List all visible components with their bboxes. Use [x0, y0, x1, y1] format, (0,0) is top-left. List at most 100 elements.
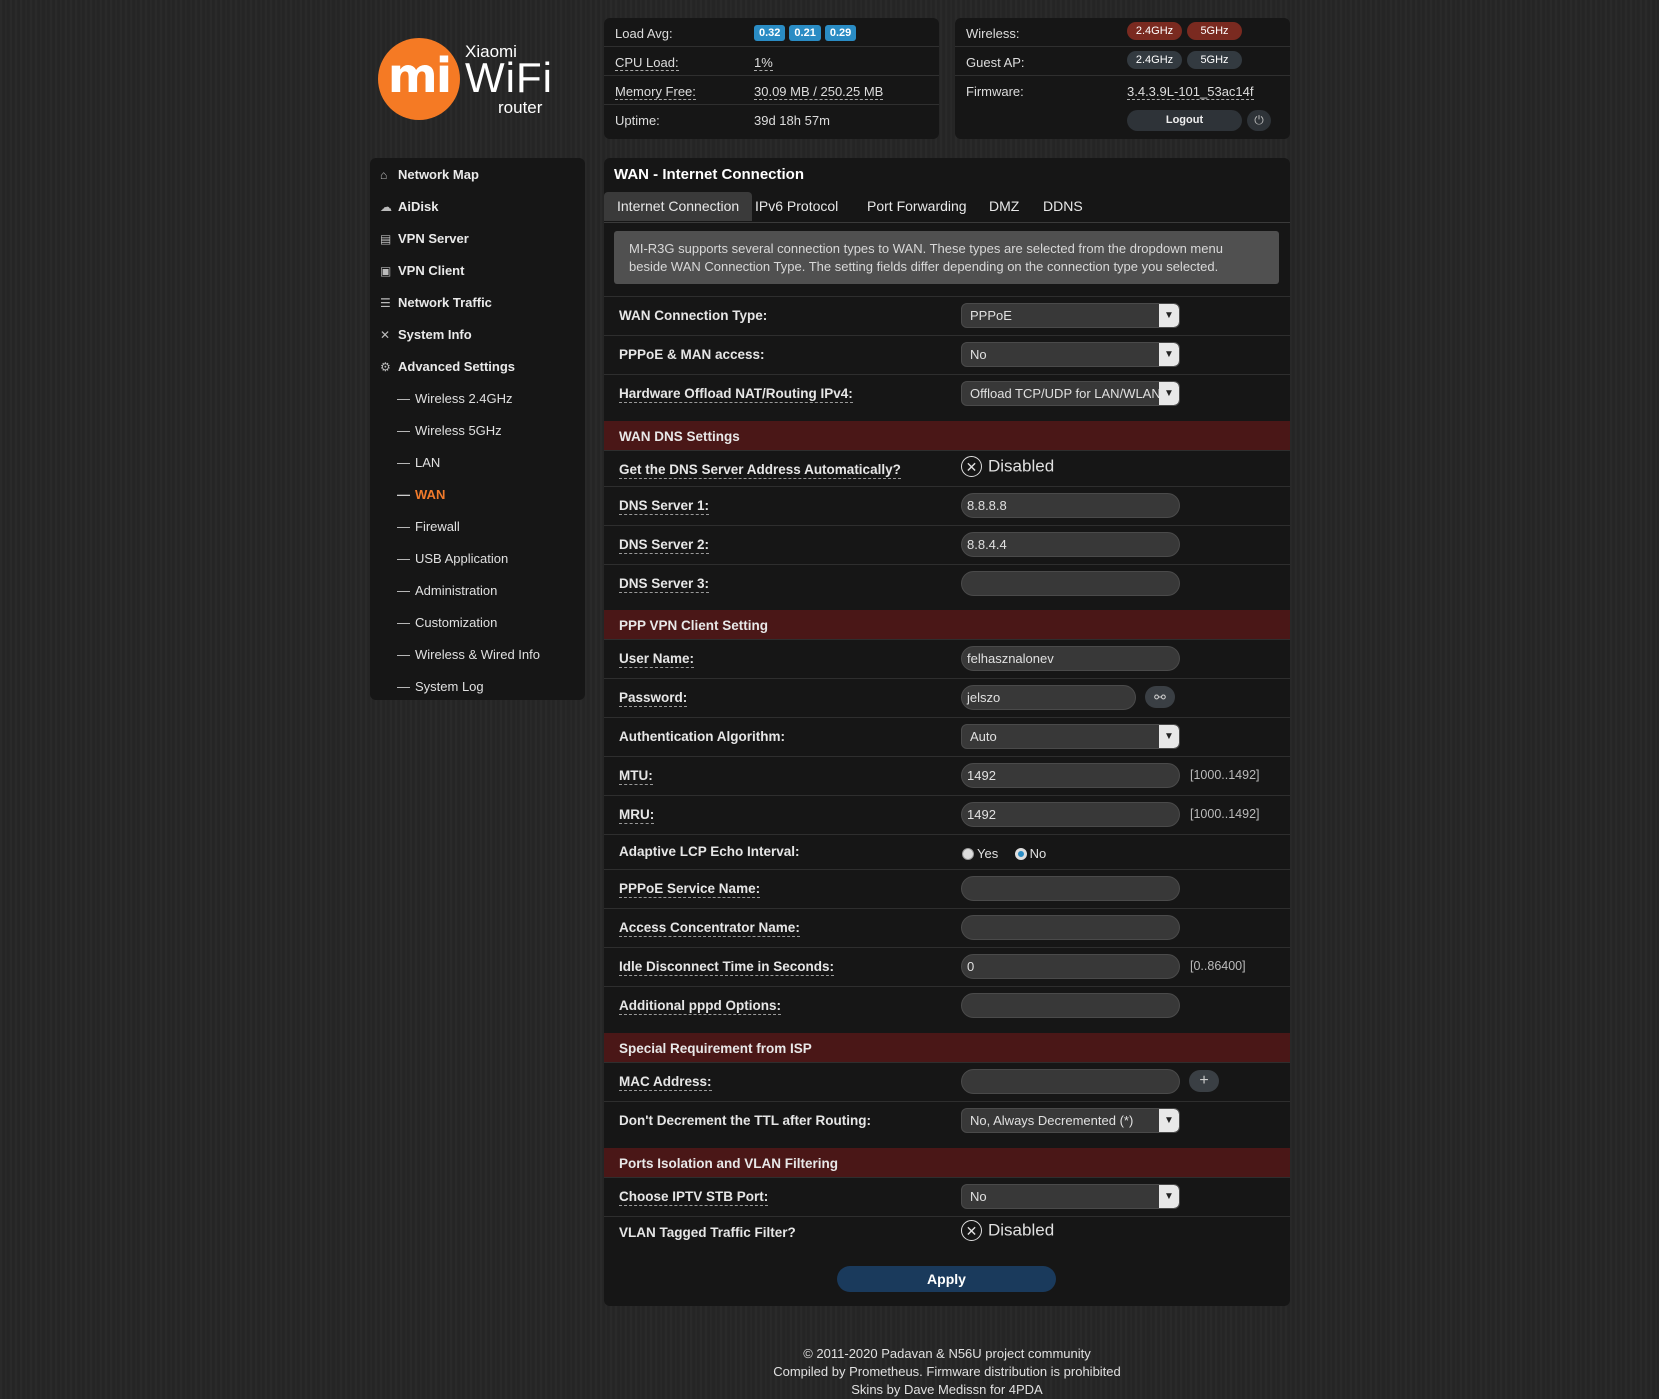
pppoe-service-label[interactable]: PPPoE Service Name: — [619, 881, 761, 898]
mtu-label[interactable]: MTU: — [619, 768, 653, 785]
vlan-filter-label: VLAN Tagged Traffic Filter? — [619, 1225, 796, 1240]
idle-disconnect-input[interactable]: 0 — [961, 954, 1180, 979]
sidebar-item-vpn-server[interactable]: ▤ VPN Server — [380, 231, 469, 263]
sidebar-item-network-traffic[interactable]: ☰ Network Traffic — [380, 295, 492, 327]
mru-input[interactable]: 1492 — [961, 802, 1180, 827]
sidebar-sub-administration[interactable]: — Administration — [397, 583, 497, 615]
man-access-label: PPPoE & MAN access: — [619, 347, 765, 362]
sidebar-item-system-info[interactable]: ✕ System Info — [380, 327, 472, 359]
tab-dmz[interactable]: DMZ — [976, 192, 1032, 221]
dns3-label[interactable]: DNS Server 3: — [619, 576, 710, 593]
dns3-input[interactable] — [961, 571, 1180, 596]
username-label[interactable]: User Name: — [619, 651, 695, 668]
dns-auto-label[interactable]: Get the DNS Server Address Automatically… — [619, 462, 901, 479]
sidebar-item-aidisk[interactable]: ☁ AiDisk — [380, 199, 438, 231]
wireless-5-badge[interactable]: 5GHz — [1187, 22, 1242, 40]
pppd-options-label[interactable]: Additional pppd Options: — [619, 998, 781, 1015]
wan-type-select[interactable]: PPPoE ▼ — [961, 303, 1180, 328]
plus-icon[interactable]: + — [1189, 1070, 1219, 1092]
memory-free-value[interactable]: 30.09 MB / 250.25 MB — [754, 84, 884, 100]
dns2-label[interactable]: DNS Server 2: — [619, 537, 710, 554]
idle-disconnect-label[interactable]: Idle Disconnect Time in Seconds: — [619, 959, 835, 976]
dns-auto-state: Disabled — [988, 456, 1055, 476]
sidebar-sub-wireless-wired-info[interactable]: — Wireless & Wired Info — [397, 647, 540, 679]
access-concentrator-input[interactable] — [961, 915, 1180, 940]
sidebar-sub-lan[interactable]: — LAN — [397, 455, 440, 487]
username-input[interactable]: felhasznalonev — [961, 646, 1180, 671]
footer-copyright: © 2011-2020 Padavan & N56U project commu… — [803, 1346, 1091, 1361]
power-icon[interactable]: ⏻ — [1247, 110, 1271, 131]
dash-icon: — — [397, 391, 410, 406]
mac-address-label[interactable]: MAC Address: — [619, 1074, 712, 1091]
iptv-port-label[interactable]: Choose IPTV STB Port: — [619, 1189, 769, 1206]
sidebar-sub-wan[interactable]: — WAN — [397, 487, 445, 519]
hw-offload-label[interactable]: Hardware Offload NAT/Routing IPv4: — [619, 386, 853, 403]
iptv-port-select[interactable]: No ▼ — [961, 1184, 1180, 1209]
access-concentrator-row: Access Concentrator Name: — [604, 908, 1290, 947]
section-isp: Special Requirement from ISP — [604, 1033, 1290, 1062]
device-status-panel: Wireless: 2.4GHz 5GHz Guest AP: 2.4GHz 5… — [955, 18, 1290, 139]
dns1-label[interactable]: DNS Server 1: — [619, 498, 710, 515]
tab-internet-connection[interactable]: Internet Connection — [604, 192, 753, 221]
mru-label[interactable]: MRU: — [619, 807, 655, 824]
auth-algo-select[interactable]: Auto ▼ — [961, 724, 1180, 749]
show-password-icon[interactable]: ⚯ — [1145, 686, 1175, 708]
dash-icon: — — [397, 455, 410, 470]
dns2-input[interactable]: 8.8.4.4 — [961, 532, 1180, 557]
logout-button[interactable]: Logout — [1127, 110, 1242, 131]
wireless-24-badge[interactable]: 2.4GHz — [1127, 22, 1182, 40]
mac-address-row: MAC Address: + — [604, 1062, 1290, 1101]
sidebar-sub-customization[interactable]: — Customization — [397, 615, 497, 647]
dns-auto-toggle[interactable]: ✕ Disabled — [961, 456, 1055, 478]
chevron-down-icon: ▼ — [1159, 382, 1179, 405]
wan-type-selected: PPPoE — [970, 308, 1012, 323]
firmware-value[interactable]: 3.4.3.9L-101_53ac14f — [1127, 84, 1254, 100]
password-label[interactable]: Password: — [619, 690, 688, 707]
gear-icon: ⚙ — [380, 360, 391, 374]
mac-address-input[interactable] — [961, 1069, 1180, 1094]
apply-button[interactable]: Apply — [837, 1266, 1056, 1292]
section-title: Special Requirement from ISP — [619, 1041, 812, 1056]
sidebar-item-vpn-client[interactable]: ▣ VPN Client — [380, 263, 464, 295]
access-concentrator-label[interactable]: Access Concentrator Name: — [619, 920, 800, 937]
sidebar-sub-wireless-5[interactable]: — Wireless 5GHz — [397, 423, 502, 455]
vlan-filter-toggle[interactable]: ✕ Disabled — [961, 1220, 1054, 1242]
firmware-label: Firmware: — [966, 84, 1024, 99]
pppoe-service-input[interactable] — [961, 876, 1180, 901]
sidebar-sub-wireless-24[interactable]: — Wireless 2.4GHz — [397, 391, 513, 423]
memory-free-label[interactable]: Memory Free: — [615, 84, 696, 100]
guest-5-badge[interactable]: 5GHz — [1187, 51, 1242, 69]
lcp-yes-radio[interactable] — [962, 847, 974, 860]
tab-ddns[interactable]: DDNS — [1030, 192, 1096, 221]
load-avg-row: Load Avg: 0.32 0.21 0.29 — [604, 18, 939, 47]
cpu-load-value[interactable]: 1% — [754, 55, 773, 71]
sidebar-item-label: Wireless 5GHz — [415, 423, 502, 438]
dns1-input[interactable]: 8.8.8.8 — [961, 493, 1180, 518]
load-avg-values: 0.32 0.21 0.29 — [754, 24, 860, 41]
sidebar-sub-firewall[interactable]: — Firewall — [397, 519, 460, 551]
password-input[interactable]: jelszo — [961, 685, 1136, 710]
lcp-no-radio[interactable] — [1014, 847, 1027, 860]
cpu-load-label[interactable]: CPU Load: — [615, 55, 679, 71]
sidebar-sub-system-log[interactable]: — System Log — [397, 679, 484, 711]
sidebar-item-advanced-settings[interactable]: ⚙ Advanced Settings — [380, 359, 515, 391]
load-avg-1: 0.32 — [754, 25, 786, 41]
dns2-row: DNS Server 2: 8.8.4.4 — [604, 525, 1290, 564]
chevron-down-icon: ▼ — [1159, 1185, 1179, 1208]
tab-ipv6-protocol[interactable]: IPv6 Protocol — [742, 192, 851, 221]
man-access-select[interactable]: No ▼ — [961, 342, 1180, 367]
tab-port-forwarding[interactable]: Port Forwarding — [854, 192, 980, 221]
sidebar-item-label: Customization — [415, 615, 498, 630]
sidebar-item-label: Wireless & Wired Info — [415, 647, 540, 662]
logo-brand-main: WiFi — [465, 54, 553, 101]
sidebar-sub-usb-application[interactable]: — USB Application — [397, 551, 508, 583]
guest-ap-row: Guest AP: 2.4GHz 5GHz — [955, 47, 1290, 76]
pppd-options-input[interactable] — [961, 993, 1180, 1018]
traffic-icon: ☰ — [380, 296, 391, 310]
mtu-input[interactable]: 1492 — [961, 763, 1180, 788]
guest-24-badge[interactable]: 2.4GHz — [1127, 51, 1182, 69]
idle-range-hint: [0..86400] — [1190, 959, 1246, 973]
sidebar-item-network-map[interactable]: ⌂ Network Map — [380, 167, 479, 199]
hw-offload-select[interactable]: Offload TCP/UDP for LAN/WLAN ▼ — [961, 381, 1180, 406]
ttl-select[interactable]: No, Always Decremented (*) ▼ — [961, 1108, 1180, 1133]
